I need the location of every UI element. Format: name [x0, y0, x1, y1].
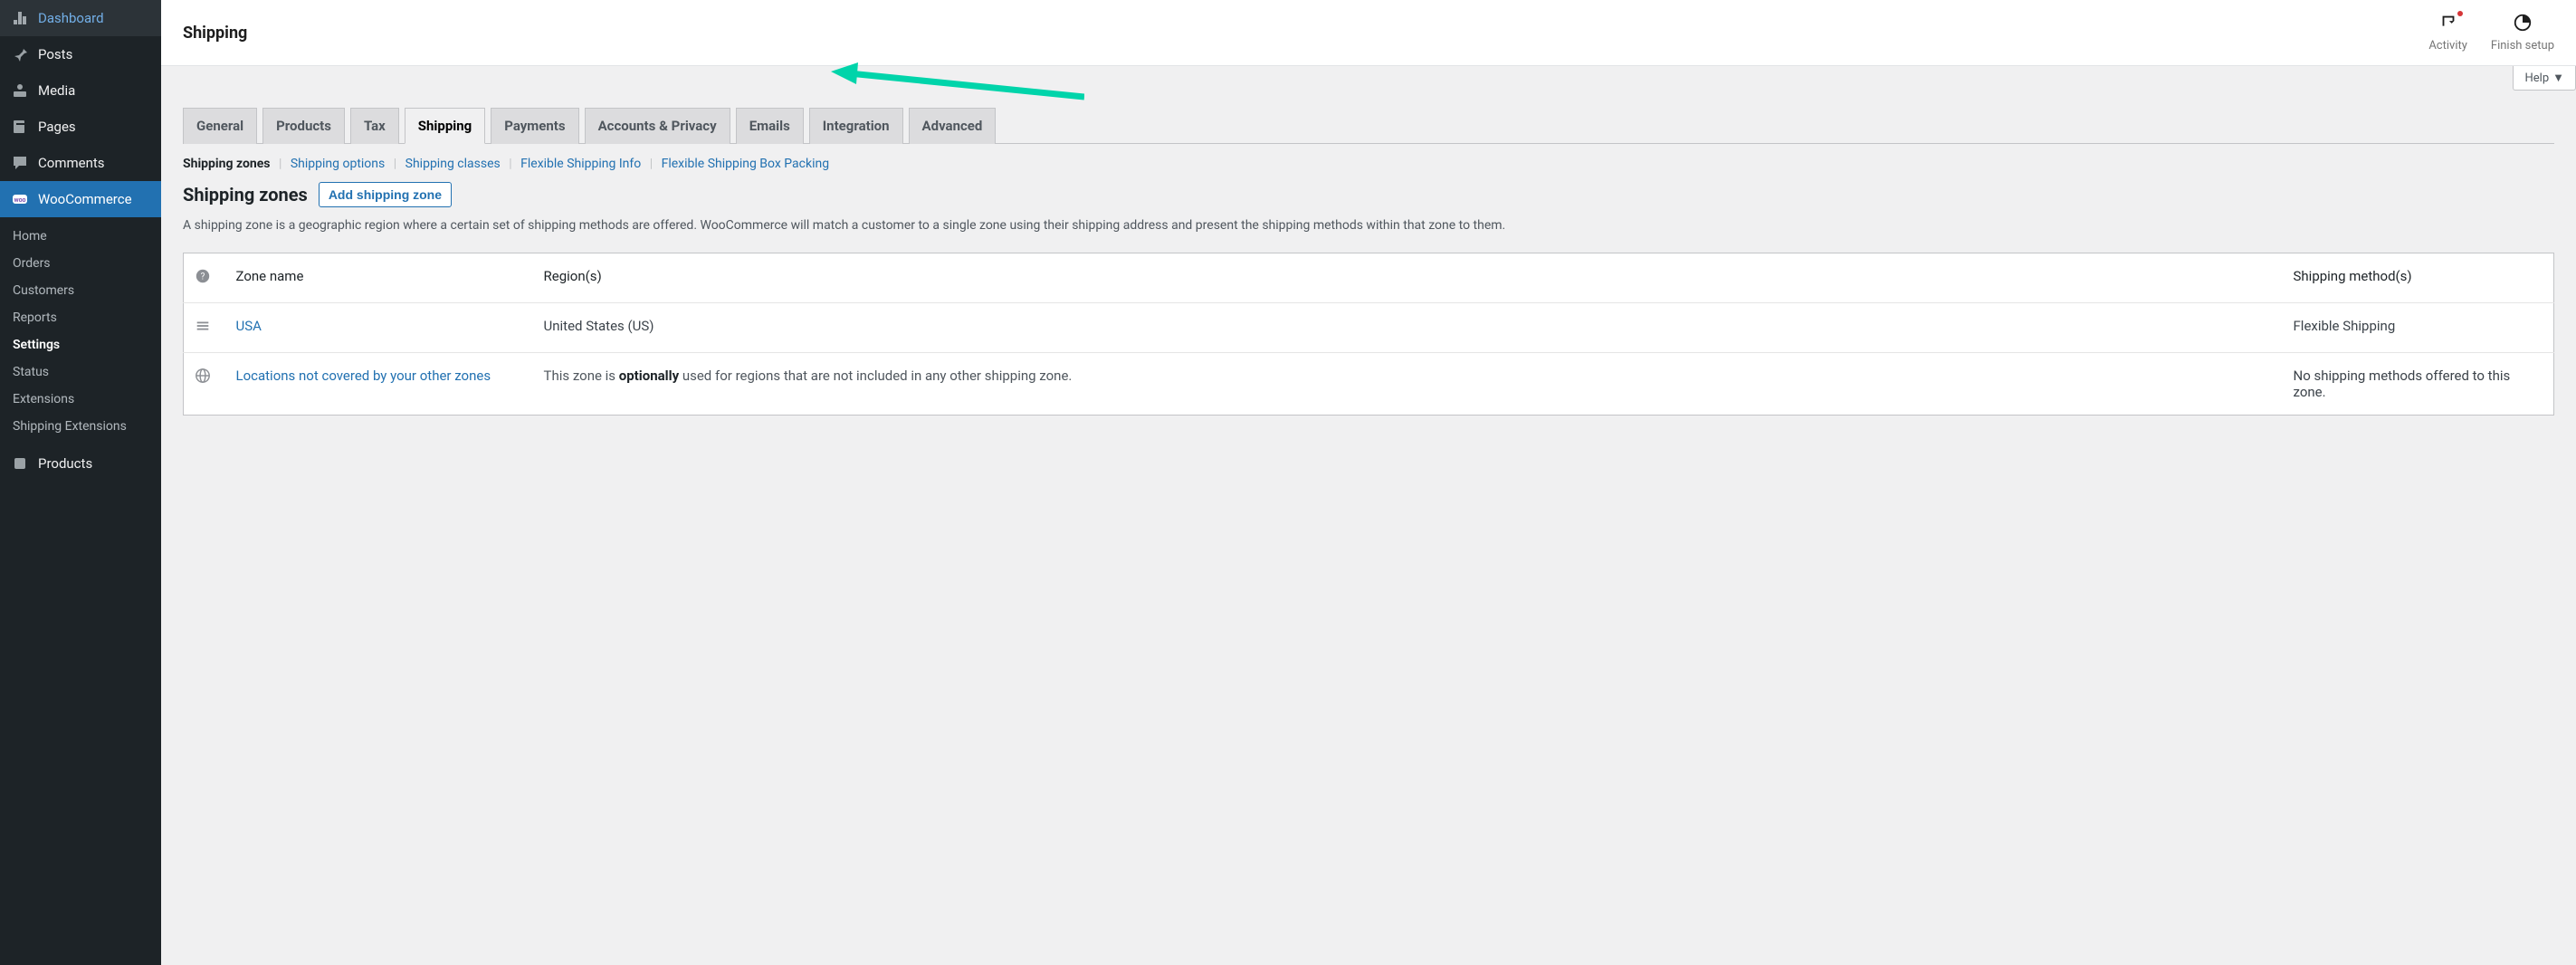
annotation-arrow-icon	[831, 61, 1084, 106]
zone-default-name-link[interactable]: Locations not covered by your other zone…	[236, 368, 491, 384]
sidebar-item-label: Dashboard	[38, 10, 104, 26]
help-tab[interactable]: Help ▼	[2513, 66, 2576, 91]
sidebar-item-posts[interactable]: Posts	[0, 36, 161, 72]
tab-payments[interactable]: Payments	[491, 108, 578, 144]
submenu-orders[interactable]: Orders	[0, 250, 161, 277]
content-area: Shipping Activity Finish setup Help ▼ Ge…	[161, 0, 2576, 965]
finish-setup-button[interactable]: Finish setup	[2491, 13, 2554, 53]
page-icon	[11, 118, 29, 136]
setup-progress-icon	[2513, 13, 2533, 36]
subsection-shipping-classes[interactable]: Shipping classes	[405, 157, 501, 171]
text: This zone is	[544, 368, 619, 384]
submenu-reports[interactable]: Reports	[0, 304, 161, 331]
sidebar-item-label: Media	[38, 82, 75, 99]
subsection-shipping-options[interactable]: Shipping options	[291, 157, 385, 171]
sidebar-item-label: Pages	[38, 119, 76, 135]
separator: |	[503, 157, 517, 171]
col-region: Region(s)	[533, 253, 2283, 302]
tab-integration[interactable]: Integration	[809, 108, 903, 144]
zone-row-fallback: Locations not covered by your other zone…	[184, 352, 2554, 415]
zone-methods: Flexible Shipping	[2283, 302, 2554, 352]
subsection-flexible-shipping-box-packing[interactable]: Flexible Shipping Box Packing	[662, 157, 829, 171]
zone-region: United States (US)	[533, 302, 2283, 352]
sidebar-item-label: Posts	[38, 46, 72, 62]
tab-tax[interactable]: Tax	[350, 108, 399, 144]
zone-name-link[interactable]: USA	[236, 318, 262, 334]
settings-wrap: Help ▼ General Products Tax Shipping Pay…	[161, 66, 2576, 437]
drag-handle-icon[interactable]	[195, 318, 211, 334]
submenu-shipping-extensions[interactable]: Shipping Extensions	[0, 413, 161, 440]
zone-row: USA United States (US) Flexible Shipping	[184, 302, 2554, 352]
submenu-customers[interactable]: Customers	[0, 277, 161, 304]
comment-icon	[11, 154, 29, 172]
section-heading: Shipping zones	[183, 184, 308, 205]
tab-general[interactable]: General	[183, 108, 257, 144]
notification-dot-icon	[2457, 11, 2463, 16]
pin-icon	[11, 45, 29, 63]
sidebar-item-label: WooCommerce	[38, 191, 132, 207]
globe-icon	[195, 368, 211, 384]
submenu-extensions[interactable]: Extensions	[0, 386, 161, 413]
admin-sidebar: Dashboard Posts Media Pages Comments woo…	[0, 0, 161, 965]
tab-shipping[interactable]: Shipping	[405, 108, 485, 144]
sidebar-item-label: Products	[38, 455, 92, 472]
col-methods: Shipping method(s)	[2283, 253, 2554, 302]
woocommerce-icon: woo	[11, 190, 29, 208]
subsection-flexible-shipping-info[interactable]: Flexible Shipping Info	[520, 157, 641, 171]
zone-default-methods: No shipping methods offered to this zone…	[2283, 352, 2554, 415]
shipping-zones-table: ? Zone name Region(s) Shipping method(s)	[183, 253, 2554, 416]
submenu-status[interactable]: Status	[0, 358, 161, 386]
product-icon	[11, 454, 29, 473]
text-bold: optionally	[619, 368, 679, 384]
finish-setup-label: Finish setup	[2491, 39, 2554, 53]
separator: |	[273, 157, 287, 171]
sidebar-item-dashboard[interactable]: Dashboard	[0, 0, 161, 36]
help-icon[interactable]: ?	[195, 268, 211, 284]
tab-emails[interactable]: Emails	[736, 108, 804, 144]
media-icon	[11, 81, 29, 100]
activity-label: Activity	[2428, 39, 2467, 53]
sidebar-item-pages[interactable]: Pages	[0, 109, 161, 145]
topbar: Shipping Activity Finish setup	[161, 0, 2576, 66]
tab-advanced[interactable]: Advanced	[909, 108, 997, 144]
help-label: Help	[2524, 72, 2549, 85]
sidebar-item-media[interactable]: Media	[0, 72, 161, 109]
text: used for regions that are not included i…	[679, 368, 1072, 384]
activity-button[interactable]: Activity	[2428, 13, 2467, 53]
tab-accounts-privacy[interactable]: Accounts & Privacy	[585, 108, 730, 144]
sidebar-item-comments[interactable]: Comments	[0, 145, 161, 181]
section-head: Shipping zones Add shipping zone	[183, 182, 2554, 207]
shipping-subsections: Shipping zones | Shipping options | Ship…	[183, 157, 2554, 171]
page-title: Shipping	[183, 24, 247, 43]
section-description: A shipping zone is a geographic region w…	[183, 216, 2554, 236]
sidebar-item-label: Comments	[38, 155, 105, 171]
col-zone-name: Zone name	[225, 253, 533, 302]
sidebar-item-woocommerce[interactable]: woo WooCommerce	[0, 181, 161, 217]
sidebar-item-products[interactable]: Products	[0, 445, 161, 482]
submenu-settings[interactable]: Settings	[0, 331, 161, 358]
separator: |	[388, 157, 402, 171]
tab-products[interactable]: Products	[262, 108, 345, 144]
subsection-shipping-zones[interactable]: Shipping zones	[183, 157, 270, 171]
chevron-down-icon: ▼	[2552, 71, 2564, 85]
submenu-home[interactable]: Home	[0, 223, 161, 250]
separator: |	[644, 157, 658, 171]
settings-tabs: General Products Tax Shipping Payments A…	[183, 108, 2554, 144]
dashboard-icon	[11, 9, 29, 27]
zone-default-region: This zone is optionally used for regions…	[533, 352, 2283, 415]
svg-text:woo: woo	[14, 196, 25, 204]
woocommerce-submenu: Home Orders Customers Reports Settings S…	[0, 217, 161, 445]
add-shipping-zone-button[interactable]: Add shipping zone	[319, 182, 452, 207]
svg-text:?: ?	[201, 272, 205, 282]
inbox-icon	[2438, 13, 2458, 36]
